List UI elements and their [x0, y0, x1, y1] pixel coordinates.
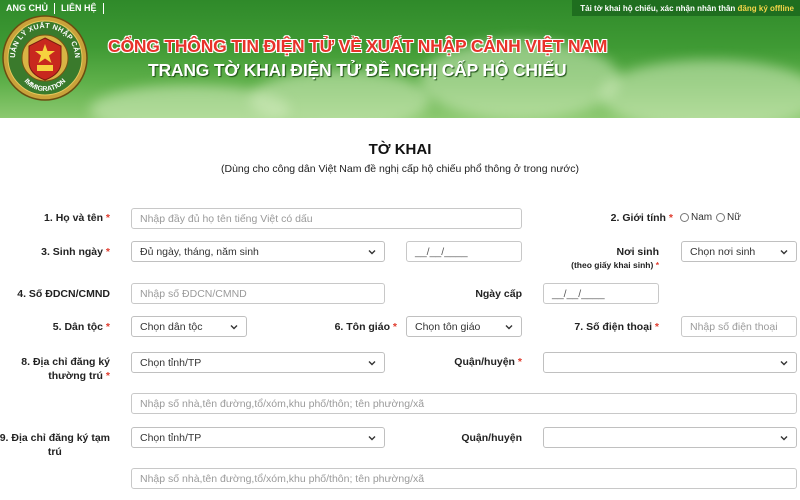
gender-female-radio[interactable]: Nữ [716, 212, 741, 223]
full-name-input[interactable] [131, 208, 522, 229]
issue-date-label: Ngày cấp [475, 288, 522, 300]
religion-select[interactable]: Chọn tôn giáo [406, 316, 522, 337]
chevron-down-icon [368, 359, 376, 367]
ethnicity-select[interactable]: Chọn dân tộc [131, 316, 247, 337]
offline-register-link[interactable]: đăng ký offline [738, 4, 794, 13]
full-name-label: 1. Họ và tên * [44, 212, 110, 224]
birthplace-note: (theo giấy khai sinh) * [571, 260, 659, 270]
issue-date-input[interactable]: __/__/____ [543, 283, 659, 304]
nav-contact-link[interactable]: LIÊN HỆ [55, 3, 103, 13]
form-subtitle: (Dùng cho công dân Việt Nam đề nghị cấp … [221, 163, 579, 175]
chevron-down-icon [780, 248, 788, 256]
immigration-emblem-icon[interactable]: QUẢN LÝ XUẤT NHẬP CẢNH IMMIGRATION [0, 7, 89, 102]
ethnicity-label: 5. Dân tộc * [52, 321, 110, 333]
nav-home-link[interactable]: ANG CHỦ [0, 3, 54, 13]
portal-title: CỔNG THÔNG TIN ĐIỆN TỬ VỀ XUẤT NHẬP CẢNH… [108, 36, 608, 56]
radio-circle-icon[interactable] [716, 213, 725, 222]
temporary-district-select[interactable] [543, 427, 797, 448]
chevron-down-icon [368, 248, 376, 256]
permanent-street-input[interactable] [131, 393, 797, 414]
dob-label: 3. Sinh ngày * [41, 246, 110, 258]
religion-label: 6. Tôn giáo * [334, 321, 397, 333]
temporary-street-input[interactable] [131, 468, 797, 489]
phone-label: 7. Số điện thoại * [574, 321, 659, 333]
chevron-down-icon [368, 434, 376, 442]
dob-date-input[interactable]: __/__/____ [406, 241, 522, 262]
temporary-province-select[interactable]: Chọn tỉnh/TP [131, 427, 385, 448]
permanent-district-select[interactable] [543, 352, 797, 373]
offline-download-bar: Tải tờ khai hộ chiếu, xác nhận nhân thân… [572, 0, 800, 16]
nav-divider [102, 2, 104, 14]
gender-male-radio[interactable]: Nam [680, 212, 712, 223]
form-title: TỜ KHAI [368, 141, 432, 158]
id-number-input[interactable] [131, 283, 385, 304]
site-header: ANG CHỦ LIÊN HỆ Tải tờ khai hộ chiếu, xá… [0, 0, 800, 118]
birthplace-label: Nơi sinh [616, 246, 659, 258]
chevron-down-icon [780, 359, 788, 367]
offline-download-text[interactable]: Tải tờ khai hộ chiếu, xác nhận nhân thân [580, 4, 735, 13]
permanent-district-label: Quận/huyện * [454, 356, 522, 368]
chevron-down-icon [230, 323, 238, 331]
id-number-label: 4. Số ĐDCN/CMND [17, 288, 110, 300]
gender-label: 2. Giới tính * [610, 212, 673, 224]
page-subtitle: TRANG TỜ KHAI ĐIỆN TỬ ĐỀ NGHỊ CẤP HỘ CHI… [148, 60, 567, 80]
phone-input[interactable] [681, 316, 797, 337]
radio-circle-icon[interactable] [680, 213, 689, 222]
temporary-district-label: Quận/huyện [461, 432, 522, 444]
permanent-address-label: 8. Địa chỉ đăng ký thường trú * [21, 356, 110, 382]
chevron-down-icon [780, 434, 788, 442]
dob-format-select[interactable]: Đủ ngày, tháng, năm sinh [131, 241, 385, 262]
birthplace-select[interactable]: Chọn nơi sinh [681, 241, 797, 262]
chevron-down-icon [505, 323, 513, 331]
permanent-province-select[interactable]: Chọn tỉnh/TP [131, 352, 385, 373]
temporary-address-label: 9. Địa chỉ đăng ký tạm trú [0, 432, 110, 458]
